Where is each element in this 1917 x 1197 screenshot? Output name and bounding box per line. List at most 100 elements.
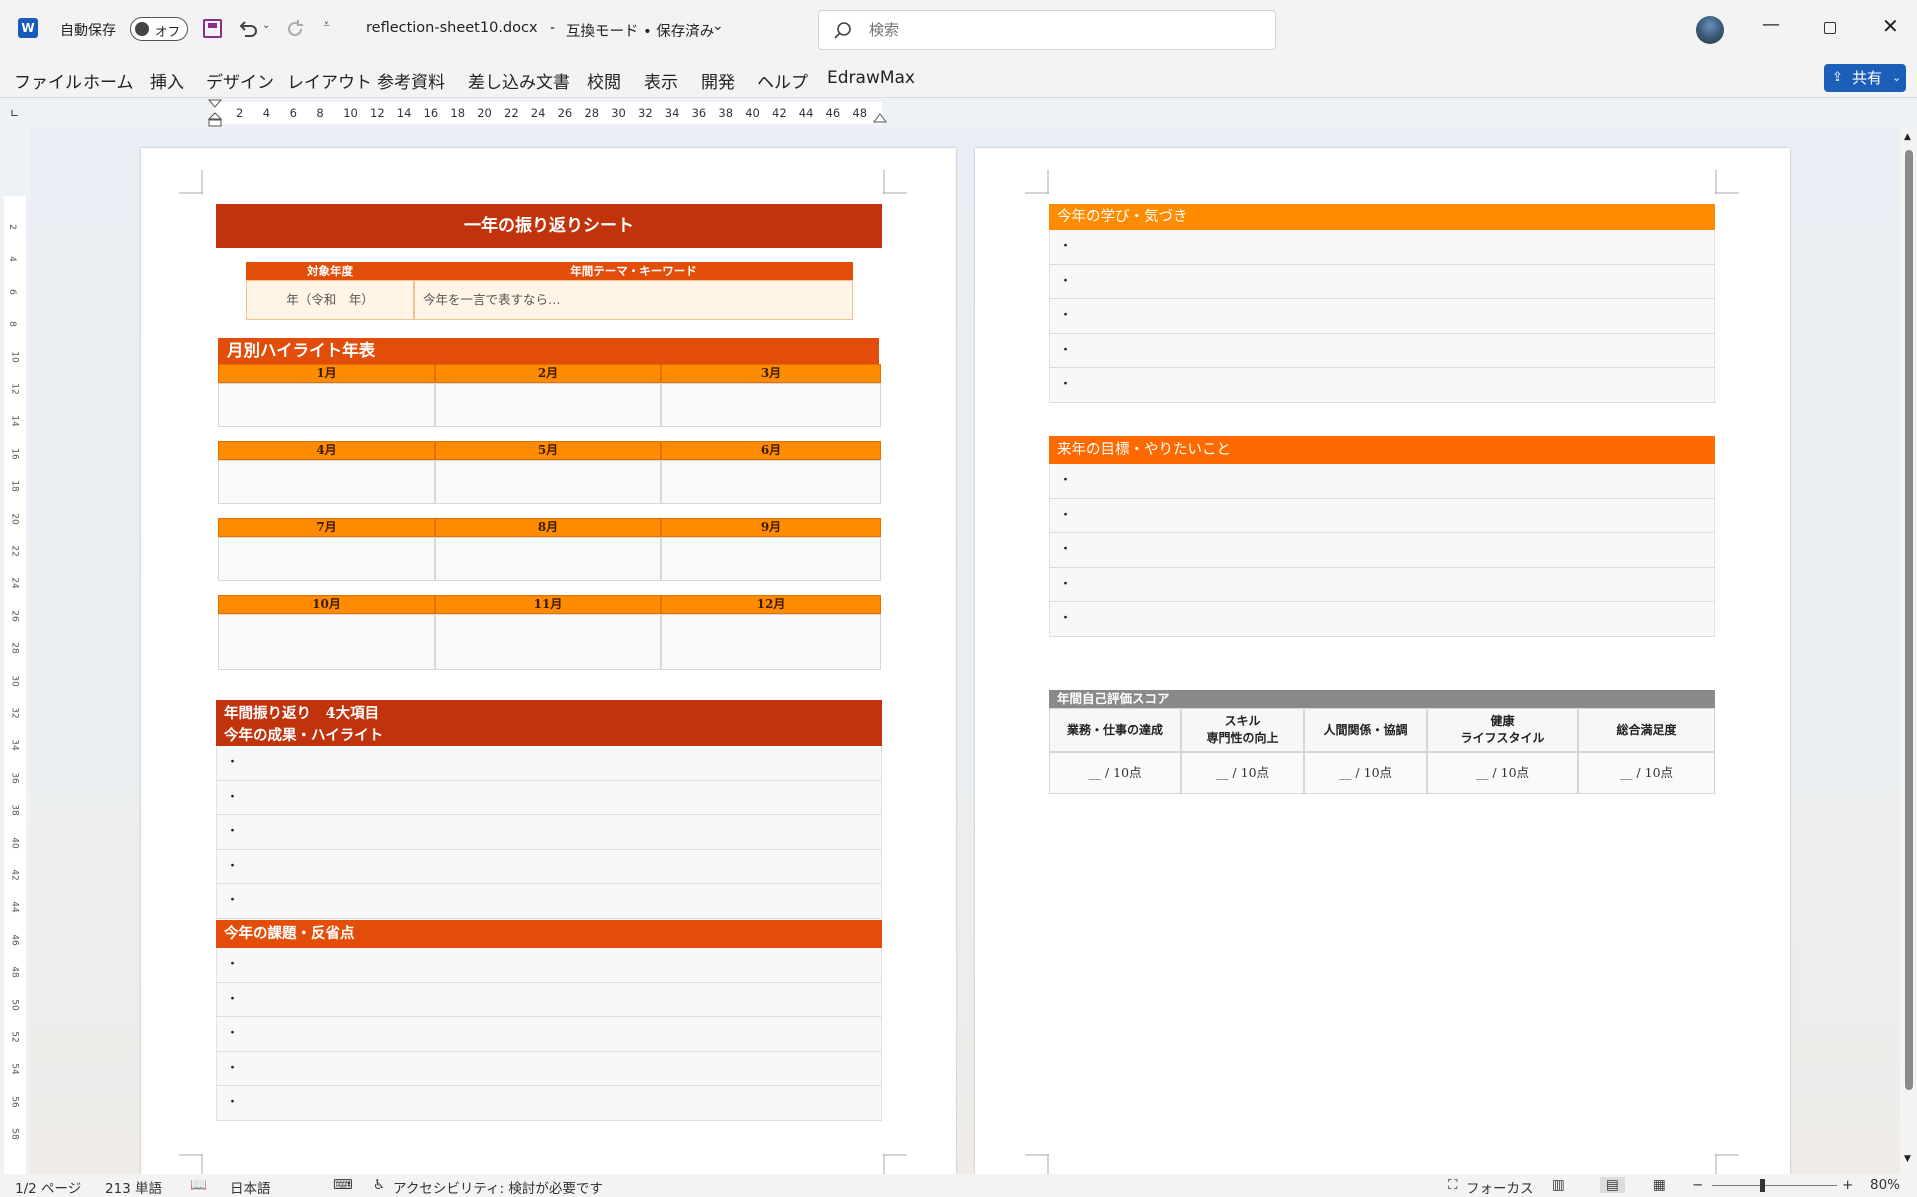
tab-design[interactable]: デザイン (206, 68, 274, 93)
web-layout-icon[interactable]: ▦ (1653, 1177, 1666, 1193)
tab-view[interactable]: 表示 (644, 68, 678, 93)
focus-mode[interactable]: フォーカス (1466, 1177, 1534, 1197)
sheet-title: 一年の振り返りシート (216, 204, 882, 248)
list-item[interactable]: ・ (1049, 299, 1715, 334)
scroll-thumb[interactable] (1905, 150, 1913, 1090)
month-cell[interactable] (661, 537, 881, 581)
list-item[interactable]: ・ (216, 1051, 882, 1087)
undo-dropdown-icon[interactable]: ⌄ (262, 20, 270, 31)
score-value[interactable]: __ / 10点 (1304, 752, 1427, 794)
vruler-tick: 36 (9, 772, 20, 784)
list-item[interactable]: ・ (216, 815, 882, 850)
tab-layout[interactable]: レイアウト (287, 68, 372, 93)
document-canvas[interactable]: 一年の振り返りシート 対象年度 年間テーマ・キーワード 年（令和 年） 今年を一… (30, 128, 1900, 1178)
list-item[interactable]: ・ (216, 982, 882, 1018)
list-item[interactable]: ・ (1049, 368, 1715, 403)
zoom-thumb[interactable] (1760, 1179, 1765, 1192)
tab-review[interactable]: 校閲 (587, 68, 621, 93)
list-item[interactable]: ・ (1049, 533, 1715, 568)
achievements-title: 今年の成果・ハイライト (224, 727, 384, 744)
vertical-scrollbar[interactable]: ▲ ▼ (1900, 128, 1917, 1174)
restore-icon[interactable] (1824, 22, 1836, 34)
tab-home[interactable]: ホーム (83, 68, 134, 93)
list-item[interactable]: ・ (1049, 567, 1715, 603)
read-mode-icon[interactable]: ▥ (1552, 1177, 1565, 1193)
tab-developer[interactable]: 開発 (701, 68, 735, 93)
score-value[interactable]: __ / 10点 (1049, 752, 1181, 794)
vruler-tick: 56 (9, 1096, 20, 1108)
score-value[interactable]: __ / 10点 (1578, 752, 1715, 794)
print-layout-icon[interactable]: ▤ (1600, 1177, 1625, 1193)
zoom-in-icon[interactable]: + (1842, 1177, 1853, 1193)
text-predictions-icon[interactable]: ⌨ (333, 1177, 353, 1193)
list-item[interactable]: ・ (1049, 264, 1715, 300)
horizontal-ruler[interactable]: ∟ 2 4 6 8 10 12 14 16 18 20 22 24 26 28 30 32 34 36 38 40 42… (0, 98, 1917, 128)
page-2[interactable]: 今年の学び・気づき ・・・・・ 来年の目標・やりたいこと ・・・・・ 年間自己評… (975, 148, 1790, 1178)
list-item[interactable]: ・ (216, 849, 882, 885)
info-year-cell[interactable]: 年（令和 年） (246, 280, 414, 320)
tab-mailings[interactable]: 差し込み文書 (468, 68, 570, 93)
tab-help[interactable]: ヘルプ (757, 68, 808, 93)
language[interactable]: 日本語 (230, 1177, 271, 1197)
month-cell[interactable] (218, 460, 435, 504)
user-avatar[interactable] (1696, 16, 1724, 44)
list-item[interactable]: ・ (216, 1017, 882, 1052)
scroll-up-icon[interactable]: ▲ (1904, 132, 1911, 142)
list-item[interactable]: ・ (216, 948, 882, 983)
document-mode[interactable]: 互換モード • 保存済み (566, 20, 714, 41)
list-item[interactable]: ・ (216, 884, 882, 919)
zoom-slider[interactable] (1712, 1179, 1837, 1192)
score-value[interactable]: __ / 10点 (1181, 752, 1304, 794)
accessibility-icon[interactable]: ♿ (373, 1177, 385, 1193)
minimize-icon[interactable]: — (1762, 14, 1780, 35)
close-icon[interactable]: ✕ (1882, 14, 1899, 38)
save-icon[interactable] (203, 19, 222, 38)
month-cell[interactable] (218, 537, 435, 581)
zoom-level[interactable]: 80% (1870, 1177, 1900, 1193)
right-indent-icon[interactable] (873, 112, 887, 126)
month-cell[interactable] (435, 614, 661, 670)
scroll-down-icon[interactable]: ▼ (1904, 1154, 1911, 1164)
accessibility-status[interactable]: アクセシビリティ: 検討が必要です (393, 1177, 603, 1197)
list-item[interactable]: ・ (1049, 602, 1715, 637)
page-counter[interactable]: 1/2 ページ (15, 1177, 81, 1197)
indent-marker-icon[interactable] (208, 98, 222, 128)
undo-icon[interactable] (236, 17, 260, 41)
tab-file[interactable]: ファイル (14, 68, 82, 93)
month-cell[interactable] (218, 383, 435, 427)
list-item[interactable]: ・ (1049, 230, 1715, 265)
word-count[interactable]: 213 単語 (105, 1177, 162, 1197)
page-1[interactable]: 一年の振り返りシート 対象年度 年間テーマ・キーワード 年（令和 年） 今年を一… (141, 148, 956, 1178)
score-value[interactable]: __ / 10点 (1427, 752, 1578, 794)
customize-toolbar-icon[interactable]: ⩡ (323, 17, 330, 32)
list-item[interactable]: ・ (1049, 464, 1715, 499)
tab-insert[interactable]: 挿入 (150, 68, 184, 93)
chevron-down-icon[interactable]: ⌄ (712, 18, 724, 34)
share-button[interactable]: ⇪ 共有 ⌄ (1824, 64, 1906, 92)
search-input[interactable] (869, 19, 1249, 41)
month-cell[interactable] (661, 460, 881, 504)
month-cell[interactable] (435, 537, 661, 581)
list-item[interactable]: ・ (1049, 333, 1715, 369)
list-item[interactable]: ・ (216, 746, 882, 781)
month-cell[interactable] (435, 383, 661, 427)
list-item[interactable]: ・ (1049, 498, 1715, 534)
list-item[interactable]: ・ (216, 780, 882, 816)
tab-selector-icon[interactable]: ∟ (10, 107, 19, 120)
vruler-tick: 40 (9, 836, 20, 849)
month-cell[interactable] (218, 614, 435, 670)
vertical-ruler[interactable]: 2 4 6 8 10 12 14 16 18 20 22 24 26 28 30 32 34 36 38 40 42 44… (0, 128, 30, 1176)
zoom-out-icon[interactable]: − (1692, 1177, 1703, 1193)
list-item[interactable]: ・ (216, 1086, 882, 1121)
autosave-toggle[interactable]: オフ (130, 17, 188, 41)
focus-icon[interactable]: ⛶ (1448, 1177, 1457, 1193)
tab-references[interactable]: 参考資料 (377, 68, 445, 93)
proofing-icon[interactable]: 📖 (190, 1177, 207, 1193)
month-cell[interactable] (661, 614, 881, 670)
month-cell[interactable] (435, 460, 661, 504)
info-theme-cell[interactable]: 今年を一言で表すなら… (414, 280, 853, 320)
search-box[interactable] (818, 10, 1276, 50)
tab-edrawmax[interactable]: EdrawMax (827, 68, 915, 88)
redo-icon[interactable] (283, 17, 307, 41)
month-cell[interactable] (661, 383, 881, 427)
